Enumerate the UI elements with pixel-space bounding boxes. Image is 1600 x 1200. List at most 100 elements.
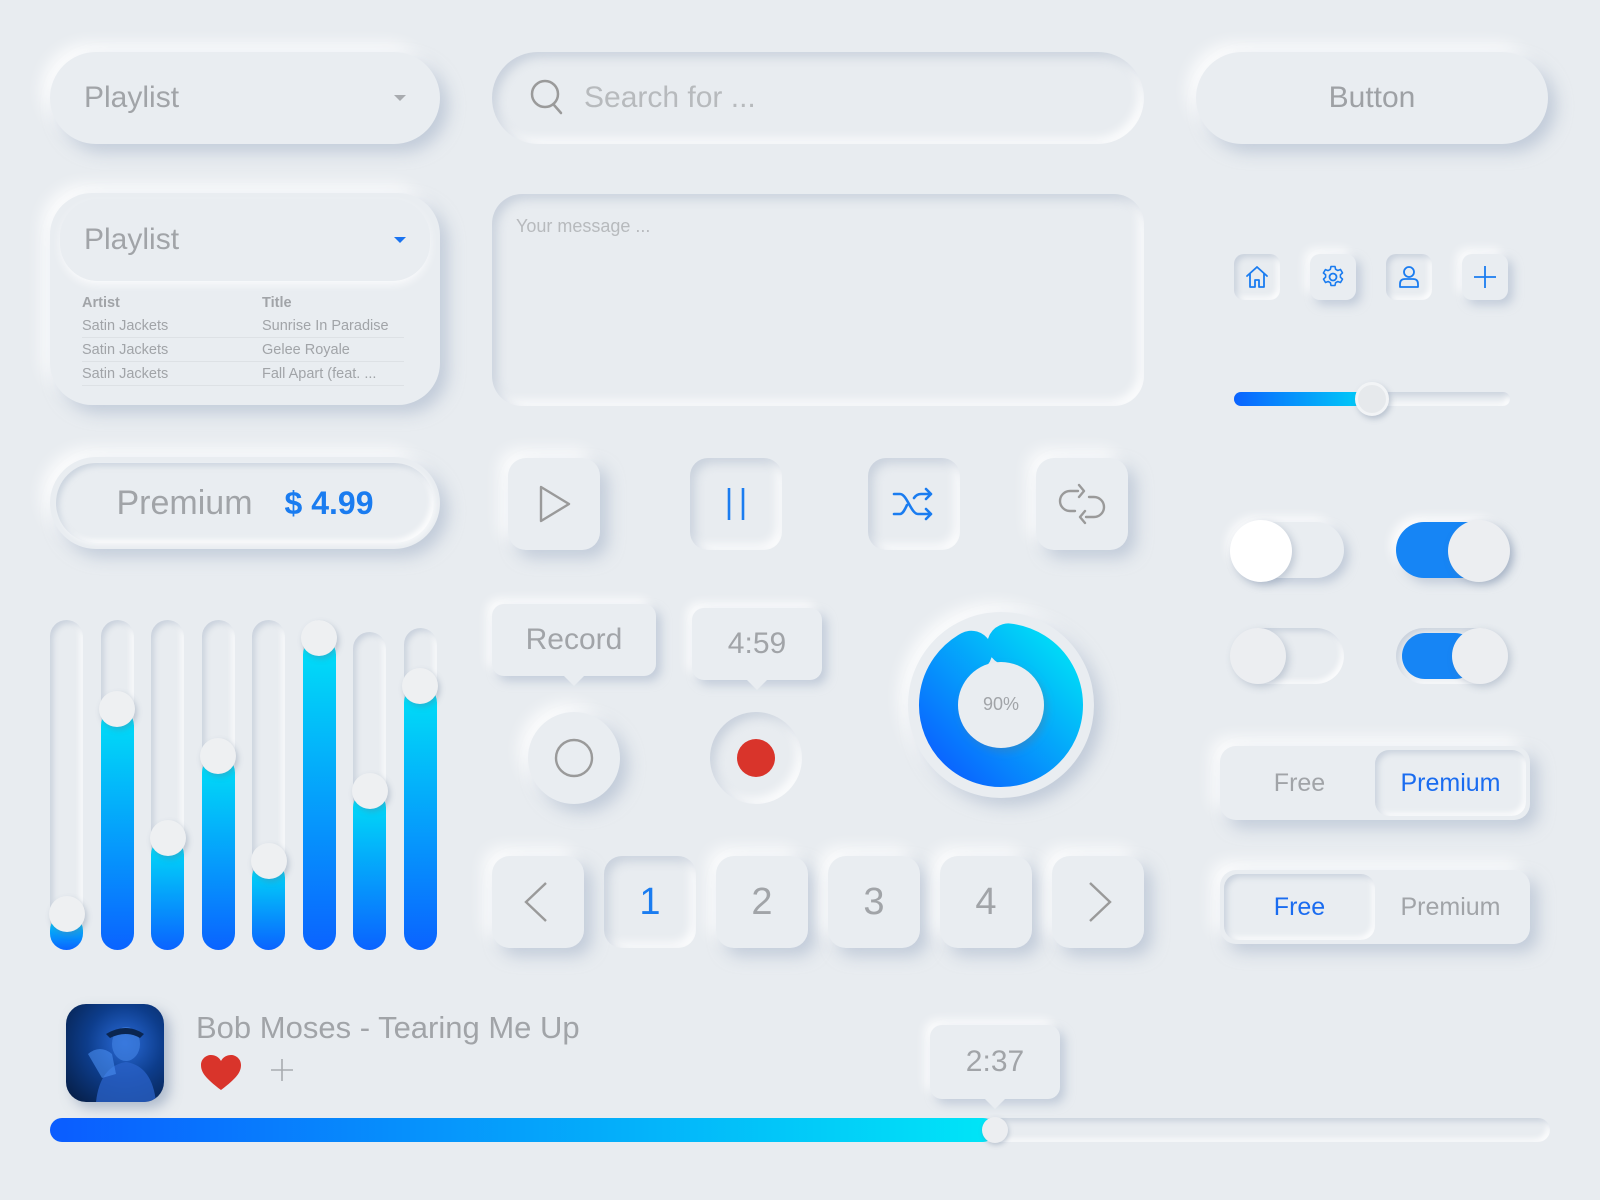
add-button[interactable] — [1462, 254, 1508, 300]
prev-page-button[interactable] — [492, 856, 584, 948]
equalizer-band-fill — [201, 755, 235, 950]
title-cell: Gelee Royale — [262, 337, 404, 362]
page-3-button[interactable]: 3 — [828, 856, 920, 948]
equalizer-band-handle[interactable] — [48, 896, 85, 933]
table-row[interactable]: Satin Jackets Fall Apart (feat. ... — [82, 361, 404, 386]
search-input[interactable] — [584, 81, 1104, 115]
equalizer-band[interactable] — [250, 620, 287, 950]
equalizer-band[interactable] — [351, 632, 388, 950]
message-input[interactable] — [516, 216, 1120, 384]
segment-premium[interactable]: Premium — [1375, 874, 1526, 940]
volume-slider-fill — [1234, 392, 1372, 406]
record-idle-button[interactable] — [528, 712, 620, 804]
dropdown-label: Playlist — [84, 223, 180, 256]
repeat-button[interactable] — [1036, 458, 1128, 550]
equalizer — [48, 600, 440, 950]
toggle-switch[interactable] — [1230, 628, 1344, 684]
plan-segmented-control: Free Premium — [1220, 746, 1530, 820]
heart-icon — [201, 1055, 241, 1090]
equalizer-band-handle[interactable] — [149, 819, 186, 856]
artist-photo — [88, 1027, 156, 1102]
primary-button[interactable]: Button — [1196, 52, 1548, 144]
settings-button[interactable] — [1310, 254, 1356, 300]
record-tooltip: Record — [492, 604, 656, 676]
equalizer-band-fill — [100, 708, 134, 950]
track-progress-handle[interactable] — [982, 1117, 1008, 1143]
plus-icon — [271, 1059, 293, 1081]
dropdown-label: Playlist — [84, 81, 180, 114]
price-label: Premium — [116, 483, 253, 522]
equalizer-band[interactable] — [48, 620, 85, 950]
equalizer-band[interactable] — [99, 620, 135, 950]
table-row[interactable]: Satin Jackets Sunrise In Paradise — [82, 314, 404, 338]
playlist-dropdown-header[interactable]: Playlist — [60, 199, 430, 281]
premium-price-button[interactable]: Premium $ 4.99 — [50, 457, 440, 549]
toggle-switch[interactable] — [1396, 628, 1508, 684]
table-row[interactable]: Satin Jackets Gelee Royale — [82, 337, 404, 362]
toggle-knob — [1230, 520, 1292, 582]
toggle-knob — [1230, 628, 1286, 684]
title-cell: Sunrise In Paradise — [262, 314, 404, 338]
toggle-switch[interactable] — [1396, 520, 1510, 582]
equalizer-band-fill — [353, 791, 386, 950]
add-to-playlist-button[interactable] — [270, 1058, 294, 1087]
volume-slider[interactable] — [1234, 382, 1510, 416]
home-icon — [1246, 266, 1268, 288]
progress-ring-label: 90% — [982, 694, 1020, 714]
caret-down-icon — [394, 95, 406, 101]
pause-icon — [727, 488, 745, 520]
segment-free[interactable]: Free — [1224, 750, 1375, 816]
toggle-knob — [1452, 628, 1508, 684]
track-progress-bar[interactable] — [50, 1117, 1550, 1143]
playlist-table: Artist Title Satin Jackets Sunrise In Pa… — [82, 295, 404, 386]
chevron-right-icon — [1089, 882, 1112, 922]
home-button[interactable] — [1234, 254, 1280, 300]
song-title: Bob Moses - Tearing Me Up — [196, 1010, 580, 1045]
equalizer-band[interactable] — [301, 620, 337, 950]
playlist-dropdown-expanded: Playlist Artist Title Satin Jackets Sunr… — [50, 193, 440, 405]
equalizer-band[interactable] — [149, 620, 186, 950]
page-1-button[interactable]: 1 — [604, 856, 696, 948]
playlist-dropdown[interactable]: Playlist — [50, 52, 440, 144]
equalizer-band-handle[interactable] — [200, 737, 236, 774]
equalizer-band-fill — [302, 638, 336, 950]
search-icon — [530, 79, 563, 115]
page-2-button[interactable]: 2 — [716, 856, 808, 948]
equalizer-band[interactable] — [402, 628, 438, 950]
equalizer-band-handle[interactable] — [250, 843, 287, 880]
play-icon — [539, 485, 571, 523]
pause-button[interactable] — [690, 458, 782, 550]
segment-free[interactable]: Free — [1224, 874, 1375, 940]
price-value: $ 4.99 — [284, 484, 374, 521]
equalizer-band-handle[interactable] — [99, 690, 135, 727]
artist-cell: Satin Jackets — [82, 314, 262, 338]
search-field[interactable] — [492, 52, 1144, 144]
play-button[interactable] — [508, 458, 600, 550]
artist-cell: Satin Jackets — [82, 361, 262, 386]
message-box[interactable] — [492, 194, 1144, 406]
equalizer-band-handle[interactable] — [351, 773, 388, 809]
plus-icon — [1474, 266, 1496, 288]
title-cell: Fall Apart (feat. ... — [262, 361, 404, 386]
next-page-button[interactable] — [1052, 856, 1144, 948]
timer-tooltip: 4:59 — [692, 608, 822, 680]
elapsed-time-tooltip: 2:37 — [930, 1025, 1060, 1099]
segment-premium[interactable]: Premium — [1375, 750, 1526, 816]
toggle-switch[interactable] — [1230, 520, 1344, 582]
equalizer-band-fill — [403, 686, 437, 950]
repeat-icon — [1058, 483, 1106, 525]
record-idle-icon — [554, 738, 594, 778]
record-active-button[interactable] — [710, 712, 802, 804]
shuffle-button[interactable] — [868, 458, 960, 550]
like-button[interactable] — [200, 1054, 242, 1097]
column-header-title: Title — [262, 295, 292, 311]
volume-slider-handle[interactable] — [1355, 382, 1389, 416]
page-4-button[interactable]: 4 — [940, 856, 1032, 948]
equalizer-band-handle[interactable] — [301, 620, 337, 656]
gear-icon — [1322, 265, 1344, 287]
equalizer-band[interactable] — [200, 620, 236, 950]
track-progress-fill — [50, 1118, 995, 1142]
profile-button[interactable] — [1386, 254, 1432, 300]
column-header-artist: Artist — [82, 295, 120, 311]
equalizer-band-handle[interactable] — [402, 668, 438, 705]
